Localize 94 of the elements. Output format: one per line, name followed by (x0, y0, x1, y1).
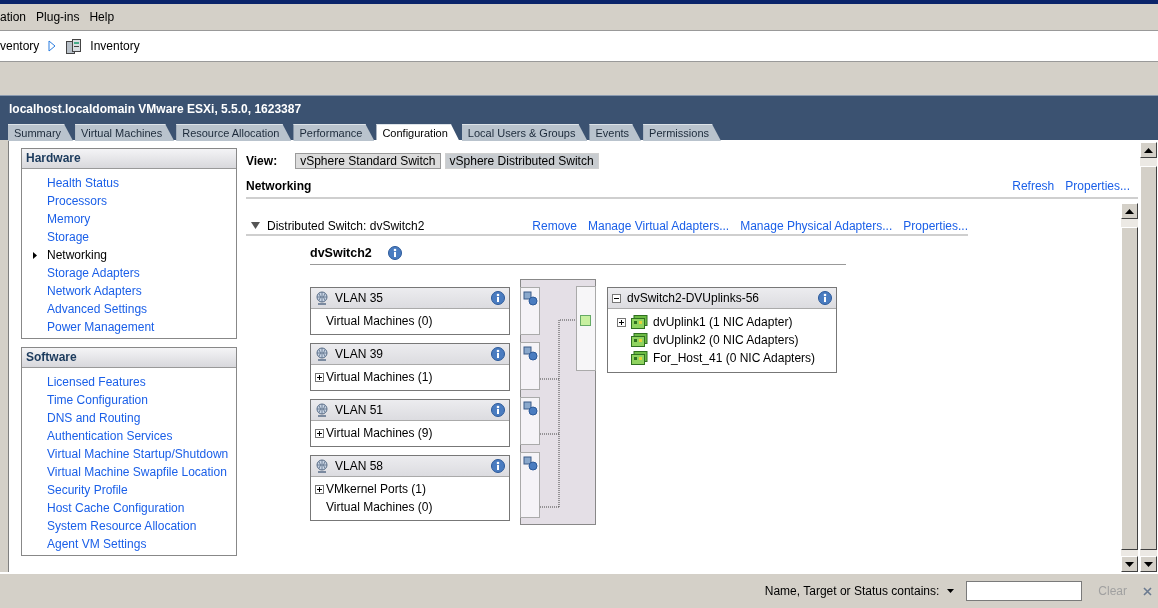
globe-icon (315, 347, 329, 361)
globe-icon (315, 459, 329, 473)
tree-item[interactable]: Virtual Machines (9) (326, 426, 433, 440)
sidebar-link[interactable]: Licensed Features (47, 375, 146, 389)
view-label: View: (246, 154, 278, 168)
port-group-name: VLAN 58 (335, 459, 385, 473)
port-group-name: VLAN 39 (335, 347, 385, 361)
sidebar-link[interactable]: Security Profile (47, 483, 128, 497)
selection-arrow-icon (31, 251, 38, 259)
info-icon[interactable] (491, 291, 505, 305)
collapse-triangle-icon[interactable] (251, 221, 260, 230)
tree-item[interactable]: dvUplink2 (0 NIC Adapters) (653, 333, 799, 347)
arrow-up-icon (1125, 208, 1134, 214)
sidebar-link[interactable]: Time Configuration (47, 393, 148, 407)
sidebar-link[interactable]: Host Cache Configuration (47, 501, 185, 515)
network-card-icon (631, 333, 648, 347)
breadcrumb-item[interactable]: Inventory (90, 39, 140, 53)
close-icon[interactable] (1143, 586, 1152, 596)
tree-item[interactable]: Virtual Machines (0) (326, 314, 433, 328)
expand-icon[interactable] (315, 484, 324, 494)
action-link[interactable]: Manage Virtual Adapters... (588, 218, 730, 233)
tab[interactable]: Performance (293, 124, 375, 141)
tab[interactable]: Configuration (376, 124, 460, 142)
menu-item[interactable]: Help (89, 10, 115, 24)
menu-item[interactable]: Plug-ins (36, 10, 80, 24)
sidebar-link[interactable]: Storage Adapters (47, 266, 140, 280)
filter-field[interactable] (966, 581, 1083, 601)
sidebar-link[interactable]: Memory (47, 212, 91, 226)
section-header: Hardware (22, 149, 236, 169)
scroll-up-button[interactable] (1140, 142, 1157, 158)
info-icon[interactable] (491, 459, 505, 473)
tree-item[interactable]: VMkernel Ports (1) (326, 482, 427, 496)
scroll-up-button[interactable] (1121, 203, 1138, 219)
globe-icon (315, 403, 329, 417)
tab[interactable]: Events (589, 124, 642, 141)
globe-icon (315, 291, 329, 305)
network-card-icon (631, 315, 648, 329)
tree-item[interactable]: Virtual Machines (0) (326, 500, 433, 514)
arrow-down-icon (1125, 561, 1134, 567)
switch-header: Distributed Switch: dvSwitch2 (267, 218, 426, 233)
tab[interactable]: Virtual Machines (75, 124, 175, 141)
tree-item[interactable]: For_Host_41 (0 NIC Adapters) (653, 351, 816, 365)
section-title: Networking (246, 179, 313, 193)
tree-item[interactable]: Virtual Machines (1) (326, 370, 433, 384)
sidebar-link[interactable]: Storage (47, 230, 90, 244)
section-header: Software (22, 348, 236, 368)
sidebar-link[interactable]: Processors (47, 194, 108, 208)
breadcrumb-item[interactable]: ventory (0, 39, 40, 53)
port-group-name: VLAN 35 (335, 291, 385, 305)
sidebar-link[interactable]: System Resource Allocation (47, 519, 197, 533)
chevron-icon[interactable] (47, 40, 58, 52)
sidebar-link[interactable]: Authentication Services (47, 429, 173, 443)
arrow-down-icon (1144, 561, 1153, 567)
filter-label: Name, Target or Status contains: (764, 584, 940, 598)
action-link[interactable]: Properties... (1065, 179, 1130, 193)
tab[interactable]: Summary (8, 124, 74, 141)
collapse-icon[interactable] (612, 293, 621, 303)
sidebar-link[interactable]: Networking (47, 248, 108, 262)
menu-item[interactable]: ation (0, 10, 27, 24)
expand-icon[interactable] (617, 317, 626, 327)
scroll-down-button[interactable] (1140, 556, 1157, 572)
sidebar-link[interactable]: Power Management (47, 320, 155, 334)
info-icon[interactable] (491, 347, 505, 361)
view-toggle-button[interactable]: vSphere Distributed Switch (444, 153, 599, 169)
expand-icon[interactable] (315, 428, 324, 438)
tab[interactable]: Resource Allocation (176, 124, 292, 141)
sidebar-link[interactable]: DNS and Routing (47, 411, 141, 425)
tree-item[interactable]: dvUplink1 (1 NIC Adapter) (653, 315, 793, 329)
action-link[interactable]: Refresh (1012, 179, 1055, 193)
scroll-down-button[interactable] (1121, 556, 1138, 572)
view-toggle-button[interactable]: vSphere Standard Switch (295, 153, 441, 169)
info-icon[interactable] (387, 246, 402, 260)
port-group-name: VLAN 51 (335, 403, 385, 417)
switch-name: dvSwitch2 (310, 246, 372, 260)
uplink-group-name: dvSwitch2-DVUplinks-56 (627, 291, 761, 305)
action-link[interactable]: Properties... (903, 218, 968, 233)
expand-icon[interactable] (315, 372, 324, 382)
sidebar-link[interactable]: Health Status (47, 176, 120, 190)
sidebar-link[interactable]: Network Adapters (47, 284, 142, 298)
servers-icon (65, 38, 83, 54)
info-icon[interactable] (818, 291, 832, 305)
action-link[interactable]: Remove (532, 218, 577, 233)
tab[interactable]: Permissions (643, 124, 721, 141)
network-card-icon (631, 351, 648, 365)
host-title: localhost.localdomain VMware ESXi, 5.5.0, 1623387 (8, 101, 303, 117)
sidebar-link[interactable]: Virtual Machine Startup/Shutdown (47, 447, 229, 461)
sidebar-link[interactable]: Advanced Settings (47, 302, 148, 316)
tab[interactable]: Local Users & Groups (461, 124, 588, 141)
caret-icon[interactable] (947, 589, 955, 593)
info-icon[interactable] (491, 403, 505, 417)
arrow-up-icon (1144, 147, 1153, 153)
sidebar-link[interactable]: Agent VM Settings (47, 537, 147, 551)
action-link[interactable]: Manage Physical Adapters... (740, 218, 893, 233)
sidebar-link[interactable]: Virtual Machine Swapfile Location (47, 465, 227, 479)
